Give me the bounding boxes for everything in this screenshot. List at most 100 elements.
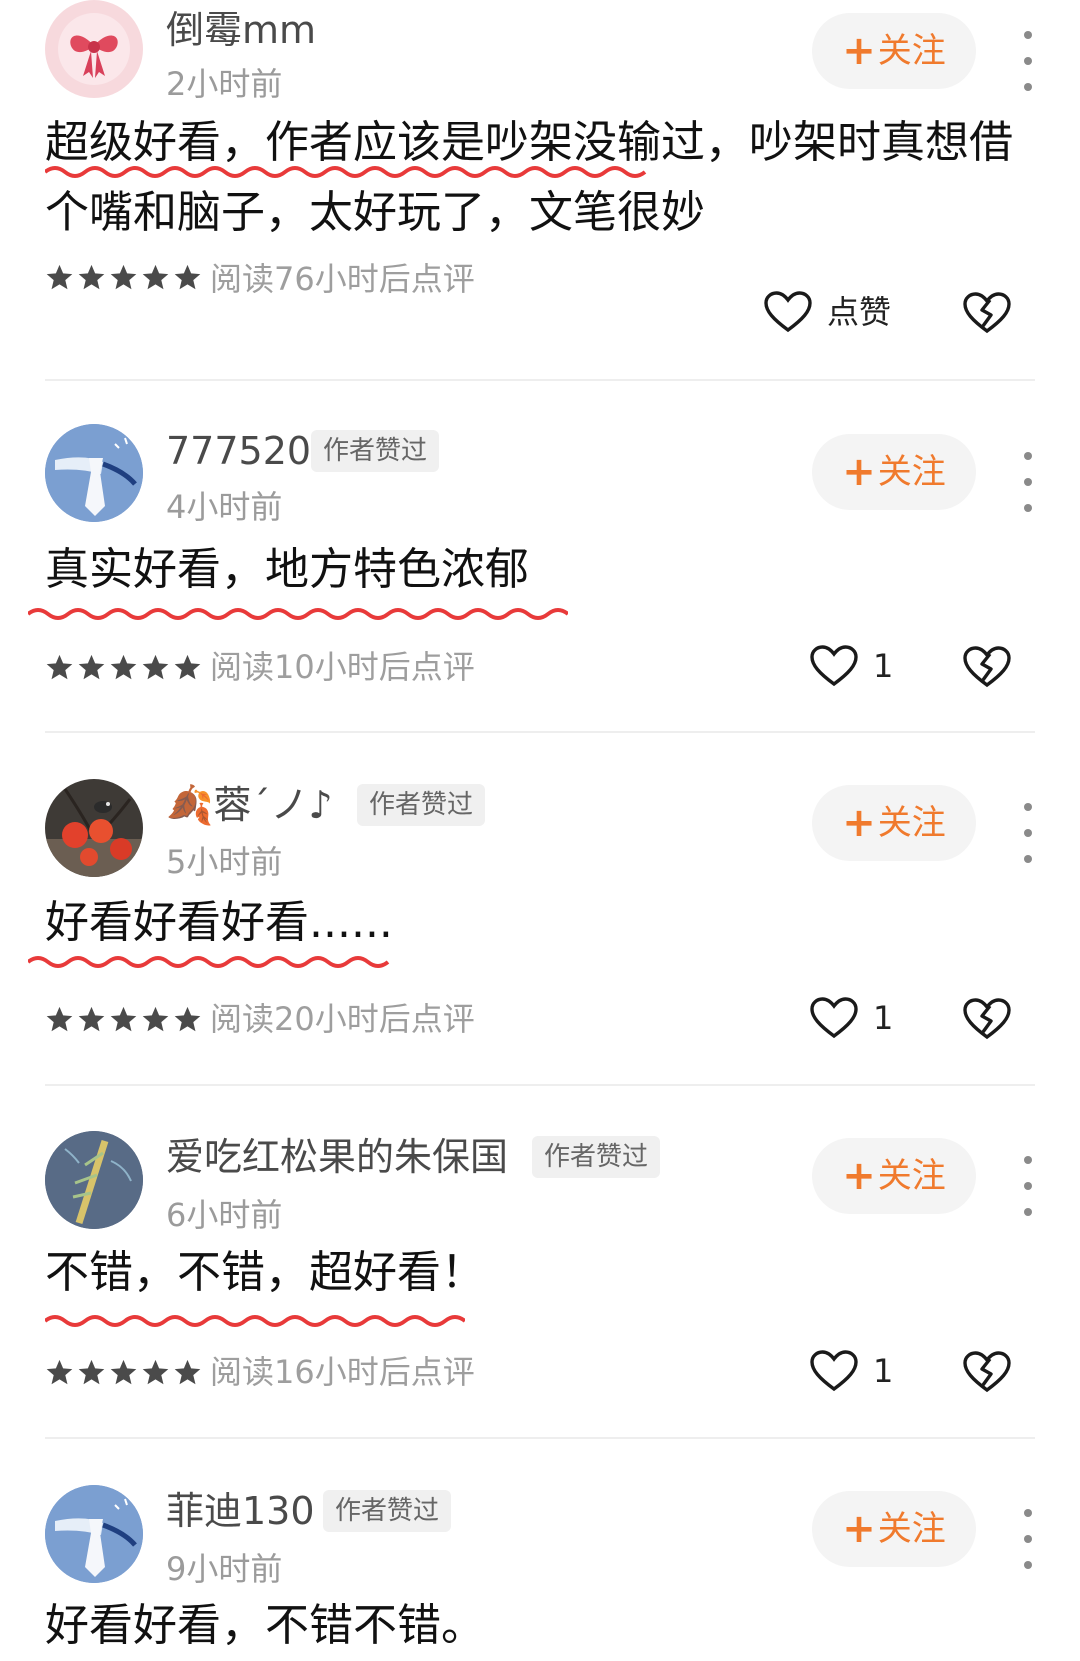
post-time: 4小时前 xyxy=(166,488,283,526)
tie-avatar-icon xyxy=(45,1485,143,1583)
heart-icon xyxy=(810,997,858,1038)
author-liked-badge: 作者赞过 xyxy=(323,1490,452,1532)
username[interactable]: 菲迪130 xyxy=(166,1492,315,1530)
star-icon xyxy=(142,1006,169,1032)
like-count: 1 xyxy=(873,647,894,685)
like-count: 1 xyxy=(873,1352,894,1390)
wavy-underline xyxy=(28,956,390,968)
star-icon xyxy=(174,1006,201,1032)
star-icon xyxy=(174,654,201,680)
star-icon xyxy=(78,264,105,290)
comment-text: 好看好看好看...... xyxy=(45,888,1035,958)
username-text: 蓉´ノ♪ xyxy=(213,783,333,827)
read-time: 阅读16小时后点评 xyxy=(210,1353,475,1391)
tie-avatar-icon xyxy=(45,424,143,522)
avatar[interactable] xyxy=(45,0,143,98)
bow-avatar-icon xyxy=(45,0,143,98)
star-icon xyxy=(110,1006,137,1032)
follow-label: 关注 xyxy=(877,1509,946,1549)
heart-icon xyxy=(764,291,812,332)
divider xyxy=(45,1084,1035,1086)
author-liked-badge: 作者赞过 xyxy=(357,784,486,826)
star-icon xyxy=(142,654,169,680)
maple-leaf-icon: 🍂 xyxy=(166,783,214,827)
like-label: 点赞 xyxy=(827,293,892,331)
comment-text: 不错，不错，超好看！ xyxy=(45,1238,1035,1308)
like-button[interactable]: 点赞 xyxy=(763,289,891,335)
avatar[interactable] xyxy=(45,779,143,877)
star-icon xyxy=(46,654,73,680)
post-time: 9小时前 xyxy=(166,1550,283,1588)
comment-text-line: 个嘴和脑子，太好玩了，文笔很妙 xyxy=(45,187,705,238)
username[interactable]: 777520 xyxy=(166,432,311,470)
follow-button[interactable]: + 关注 xyxy=(812,1491,976,1567)
star-icon xyxy=(46,264,73,290)
follow-button[interactable]: + 关注 xyxy=(812,434,976,510)
comment-text: 真实好看，地方特色浓郁 xyxy=(45,535,1035,605)
username[interactable]: 爱吃红松果的朱保国 xyxy=(166,1138,508,1176)
more-options-icon[interactable] xyxy=(1018,803,1038,863)
star-icon xyxy=(142,1359,169,1385)
follow-label: 关注 xyxy=(877,1156,946,1196)
rating-stars xyxy=(45,1005,202,1034)
author-liked-badge: 作者赞过 xyxy=(311,430,440,472)
post-time: 5小时前 xyxy=(166,843,283,881)
plus-icon: + xyxy=(842,1506,876,1552)
read-time: 阅读10小时后点评 xyxy=(210,648,475,686)
divider xyxy=(45,1437,1035,1439)
star-icon xyxy=(110,1359,137,1385)
persimmon-bird-avatar-icon xyxy=(45,779,143,877)
broken-heart-icon[interactable] xyxy=(962,1349,1012,1397)
star-icon xyxy=(78,654,105,680)
follow-label: 关注 xyxy=(877,31,946,71)
follow-label: 关注 xyxy=(877,452,946,492)
broken-heart-icon[interactable] xyxy=(962,290,1012,338)
heart-icon xyxy=(810,645,858,686)
follow-button[interactable]: + 关注 xyxy=(812,13,976,89)
star-icon xyxy=(46,1006,73,1032)
broken-heart-icon[interactable] xyxy=(962,996,1012,1044)
rating-stars xyxy=(45,653,202,682)
post-time: 2小时前 xyxy=(166,65,283,103)
more-options-icon[interactable] xyxy=(1018,31,1038,91)
follow-button[interactable]: + 关注 xyxy=(812,1138,976,1214)
comment-text: 好看好看，不错不错。 xyxy=(45,1591,1035,1661)
more-options-icon[interactable] xyxy=(1018,1156,1038,1216)
comment-text-line: 好看好看，不错不错。 xyxy=(45,1600,485,1651)
star-icon xyxy=(174,1359,201,1385)
avatar[interactable] xyxy=(45,1485,143,1583)
avatar[interactable] xyxy=(45,424,143,522)
more-options-icon[interactable] xyxy=(1018,1509,1038,1569)
bamboo-avatar-icon xyxy=(45,1131,143,1229)
star-icon xyxy=(110,264,137,290)
plus-icon: + xyxy=(842,28,876,74)
read-time: 阅读76小时后点评 xyxy=(210,260,475,298)
plus-icon: + xyxy=(842,449,876,495)
like-count: 1 xyxy=(873,999,894,1037)
avatar[interactable] xyxy=(45,1131,143,1229)
username[interactable]: 🍂蓉´ノ♪ xyxy=(166,786,333,824)
comment-text-line: 不错，不错，超好看！ xyxy=(45,1247,485,1298)
like-button[interactable]: 1 xyxy=(809,995,893,1041)
plus-icon: + xyxy=(842,800,876,846)
rating-stars xyxy=(45,263,202,292)
rating-stars xyxy=(45,1358,202,1387)
star-icon xyxy=(110,654,137,680)
like-button[interactable]: 1 xyxy=(809,1348,893,1394)
more-options-icon[interactable] xyxy=(1018,452,1038,512)
divider xyxy=(45,731,1035,733)
follow-button[interactable]: + 关注 xyxy=(812,785,976,861)
star-icon xyxy=(78,1359,105,1385)
heart-icon xyxy=(810,1350,858,1391)
star-icon xyxy=(46,1359,73,1385)
username[interactable]: 倒霉mm xyxy=(166,11,316,49)
like-button[interactable]: 1 xyxy=(809,643,893,689)
follow-label: 关注 xyxy=(877,803,946,843)
wavy-underline xyxy=(45,166,647,178)
plus-icon: + xyxy=(842,1153,876,1199)
wavy-underline xyxy=(45,1315,465,1327)
comment-text-line: 真实好看，地方特色浓郁 xyxy=(45,544,529,595)
star-icon xyxy=(174,264,201,290)
broken-heart-icon[interactable] xyxy=(962,644,1012,692)
divider xyxy=(45,379,1035,381)
